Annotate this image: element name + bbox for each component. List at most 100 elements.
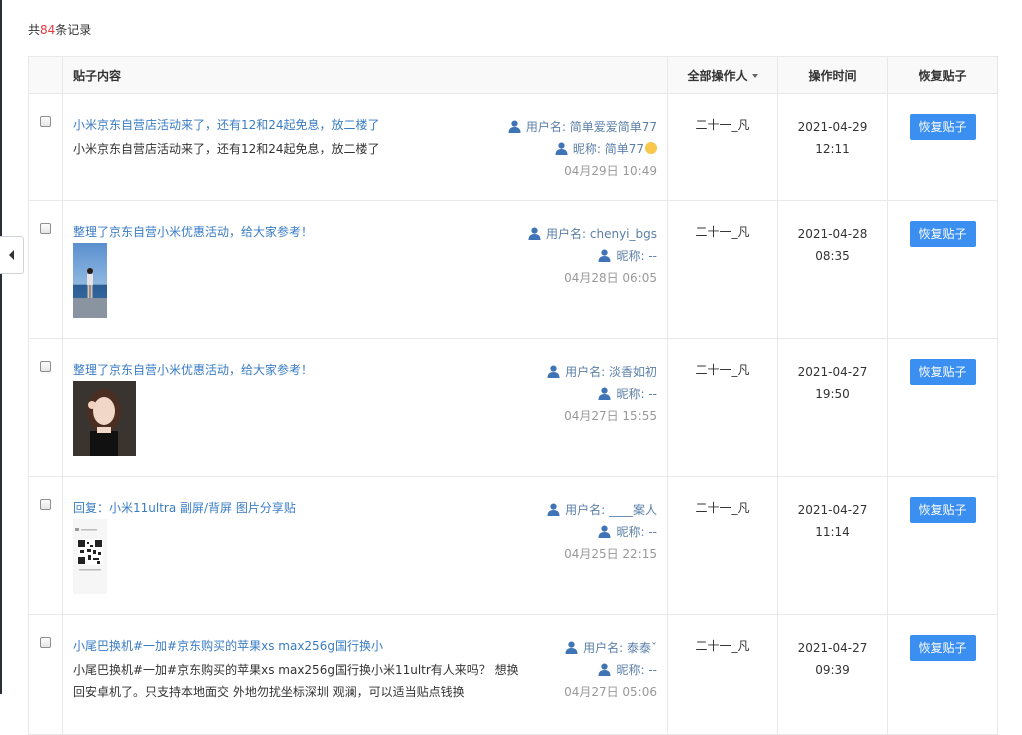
operation-clock: 11:14: [815, 525, 850, 539]
operation-clock: 12:11: [815, 142, 850, 156]
operation-time-cell: 2021-04-27 11:14: [777, 476, 888, 615]
post-body-text: 小尾巴换机#一加#京东购买的苹果xs max256g国行换小米11ultr有人来…: [73, 663, 519, 699]
user-icon: [528, 225, 541, 240]
post-content-cell: 回复：小米11ultra 副屏/背屏 图片分享贴 用户名: ____案人 昵称:…: [62, 476, 668, 615]
row-checkbox[interactable]: [40, 499, 51, 510]
restore-post-button[interactable]: 恢复贴子: [909, 359, 976, 385]
operation-time-cell: 2021-04-29 12:11: [777, 93, 888, 201]
post-nickname: 昵称: --: [528, 245, 657, 267]
post-meta: 用户名: ____案人 昵称: -- 04月25日 22:15: [547, 499, 657, 565]
row-checkbox-cell: [28, 476, 63, 615]
post-meta: 用户名: 泰泰ˇ 昵称: -- 04月27日 05:06: [564, 637, 657, 703]
row-checkbox[interactable]: [40, 223, 51, 234]
post-username: 用户名: ____案人: [547, 499, 657, 521]
left-sidebar-edge: [0, 0, 2, 694]
operator-cell: 二十一_凡: [667, 614, 778, 735]
post-time: 04月25日 22:15: [564, 547, 657, 561]
post-content-cell: 整理了京东自营小米优惠活动，给大家参考！ 用户名: chenyi_bgs 昵称:…: [62, 200, 668, 339]
table-header-row: 贴子内容 全部操作人 操作时间 恢复贴子: [28, 56, 998, 94]
header-checkbox-cell: [28, 56, 63, 94]
user-icon: [555, 140, 568, 155]
row-checkbox[interactable]: [40, 637, 51, 648]
emoji-icon: [645, 142, 657, 154]
operator-name: 二十一_凡: [695, 639, 750, 653]
operation-date: 2021-04-27: [797, 503, 868, 517]
operator-cell: 二十一_凡: [667, 476, 778, 615]
restore-post-button[interactable]: 恢复贴子: [909, 114, 976, 140]
post-title-link[interactable]: 整理了京东自营小米优惠活动，给大家参考！: [73, 361, 313, 378]
post-username: 用户名: chenyi_bgs: [528, 223, 657, 245]
caret-down-icon: [751, 74, 758, 78]
operation-clock: 19:50: [815, 387, 850, 401]
post-nickname: 昵称: --: [564, 659, 657, 681]
header-post-content: 贴子内容: [62, 56, 668, 94]
post-nickname: 昵称: 简单77: [508, 138, 657, 160]
post-time: 04月27日 05:06: [564, 685, 657, 699]
operator-cell: 二十一_凡: [667, 93, 778, 201]
post-username: 用户名: 泰泰ˇ: [564, 637, 657, 659]
record-count: 共84条记录: [28, 23, 92, 37]
restore-cell: 恢复贴子: [887, 338, 998, 477]
user-icon: [565, 639, 578, 654]
post-content-cell: 整理了京东自营小米优惠活动，给大家参考！ 用户名: 淡香如初 昵称: -- 04…: [62, 338, 668, 477]
restore-post-button[interactable]: 恢复贴子: [909, 635, 976, 661]
restore-post-button[interactable]: 恢复贴子: [909, 221, 976, 247]
deleted-posts-table: 贴子内容 全部操作人 操作时间 恢复贴子 小米京东自营店活动来了，还有12和24…: [28, 56, 998, 735]
table-row: 整理了京东自营小米优惠活动，给大家参考！ 用户名: 淡香如初 昵称: -- 04…: [28, 338, 998, 477]
post-title-link[interactable]: 小尾巴换机#一加#京东购买的苹果xs max256g国行换小: [73, 637, 383, 654]
post-meta: 用户名: 淡香如初 昵称: -- 04月27日 15:55: [547, 361, 657, 427]
table-row: 小米京东自营店活动来了，还有12和24起免息，放二楼了 小米京东自营店活动来了，…: [28, 93, 998, 201]
operation-clock: 09:39: [815, 663, 850, 677]
row-checkbox-cell: [28, 93, 63, 201]
chevron-left-icon: [8, 250, 14, 260]
post-meta: 用户名: chenyi_bgs 昵称: -- 04月28日 06:05: [528, 223, 657, 289]
row-checkbox-cell: [28, 338, 63, 477]
row-checkbox-cell: [28, 614, 63, 735]
post-time: 04月27日 15:55: [564, 409, 657, 423]
operator-cell: 二十一_凡: [667, 200, 778, 339]
post-content-cell: 小米京东自营店活动来了，还有12和24起免息，放二楼了 小米京东自营店活动来了，…: [62, 93, 668, 201]
post-meta: 用户名: 简单爱爱简单77 昵称: 简单77 04月29日 10:49: [508, 116, 657, 182]
header-operation-time: 操作时间: [777, 56, 888, 94]
user-icon: [508, 118, 521, 133]
restore-cell: 恢复贴子: [887, 614, 998, 735]
table-row: 小尾巴换机#一加#京东购买的苹果xs max256g国行换小 小尾巴换机#一加#…: [28, 614, 998, 735]
restore-cell: 恢复贴子: [887, 200, 998, 339]
sidebar-collapse-toggle[interactable]: [0, 236, 24, 274]
row-checkbox[interactable]: [40, 116, 51, 127]
user-icon: [598, 661, 611, 676]
post-image[interactable]: [73, 381, 136, 456]
user-icon: [598, 247, 611, 262]
post-image[interactable]: [73, 243, 107, 318]
header-restore: 恢复贴子: [887, 56, 998, 94]
post-body-text: 小米京东自营店活动来了，还有12和24起免息，放二楼了: [73, 142, 380, 156]
operator-cell: 二十一_凡: [667, 338, 778, 477]
record-count-number: 84: [40, 23, 56, 37]
post-title-link[interactable]: 小米京东自营店活动来了，还有12和24起免息，放二楼了: [73, 116, 380, 133]
post-nickname: 昵称: --: [547, 521, 657, 543]
row-checkbox[interactable]: [40, 361, 51, 372]
operation-date: 2021-04-28: [797, 227, 868, 241]
post-title-link[interactable]: 回复：小米11ultra 副屏/背屏 图片分享贴: [73, 499, 296, 516]
operator-name: 二十一_凡: [695, 363, 750, 377]
operation-date: 2021-04-29: [797, 120, 868, 134]
operation-date: 2021-04-27: [797, 641, 868, 655]
operation-time-cell: 2021-04-27 09:39: [777, 614, 888, 735]
restore-cell: 恢复贴子: [887, 93, 998, 201]
post-username: 用户名: 简单爱爱简单77: [508, 116, 657, 138]
row-checkbox-cell: [28, 200, 63, 339]
header-operator-filter[interactable]: 全部操作人: [667, 56, 778, 94]
restore-post-button[interactable]: 恢复贴子: [909, 497, 976, 523]
user-icon: [547, 501, 560, 516]
table-row: 回复：小米11ultra 副屏/背屏 图片分享贴 用户名: ____案人 昵称:…: [28, 476, 998, 615]
post-username: 用户名: 淡香如初: [547, 361, 657, 383]
post-time: 04月28日 06:05: [564, 271, 657, 285]
post-content-cell: 小尾巴换机#一加#京东购买的苹果xs max256g国行换小 小尾巴换机#一加#…: [62, 614, 668, 735]
operation-clock: 08:35: [815, 249, 850, 263]
operator-name: 二十一_凡: [695, 118, 750, 132]
post-nickname: 昵称: --: [547, 383, 657, 405]
post-image[interactable]: [73, 519, 107, 594]
post-title-link[interactable]: 整理了京东自营小米优惠活动，给大家参考！: [73, 223, 313, 240]
restore-cell: 恢复贴子: [887, 476, 998, 615]
user-icon: [547, 363, 560, 378]
